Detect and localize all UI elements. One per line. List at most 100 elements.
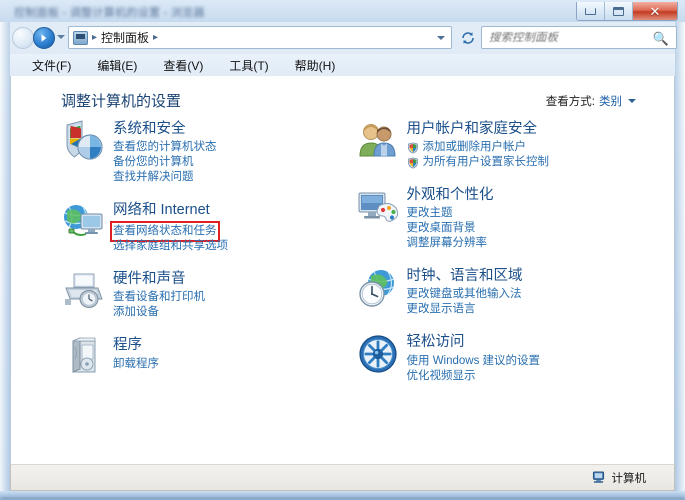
category-title[interactable]: 系统和安全	[113, 120, 217, 138]
search-box[interactable]: 🔍	[481, 26, 677, 49]
view-by-label: 查看方式:	[546, 93, 595, 109]
menu-view[interactable]: 查看(V)	[161, 56, 205, 75]
ease-of-access-icon	[355, 331, 401, 377]
refresh-icon	[461, 31, 475, 45]
category-link[interactable]: 添加或删除用户帐户	[407, 140, 550, 155]
category-link[interactable]: 查看设备和打印机	[113, 290, 205, 305]
category-link-label: 添加设备	[113, 305, 159, 320]
window-frame-bottom-line	[2, 497, 683, 499]
category-link-label: 更改显示语言	[407, 302, 476, 317]
category-link[interactable]: 更改键盘或其他输入法	[407, 287, 523, 302]
category-title[interactable]: 程序	[113, 336, 159, 354]
maximize-icon	[613, 7, 624, 16]
category-grid: 系统和安全查看您的计算机状态备份您的计算机查找并解决问题 网络和 Interne…	[11, 118, 674, 398]
status-computer-item: 计算机	[591, 470, 647, 486]
page-header: 调整计算机的设置 查看方式: 类别	[11, 76, 674, 118]
window-controls: ✕	[576, 2, 678, 21]
category-link[interactable]: 添加设备	[113, 305, 205, 320]
category-body: 硬件和声音查看设备和打印机添加设备	[113, 268, 205, 320]
category-link[interactable]: 查看您的计算机状态	[113, 140, 217, 155]
category-link[interactable]: 卸载程序	[113, 357, 159, 372]
category-link-label: 优化视频显示	[407, 369, 476, 384]
category-body: 用户帐户和家庭安全 添加或删除用户帐户 为所有用户设置家长控制	[407, 118, 550, 170]
status-text: 计算机	[612, 470, 647, 486]
breadcrumb-separator-icon: ▸	[92, 32, 97, 43]
category-link-label: 调整屏幕分辨率	[407, 236, 488, 251]
breadcrumb-dropdown-icon[interactable]	[437, 36, 445, 40]
category-title[interactable]: 网络和 Internet	[113, 201, 228, 219]
category-link-label: 查找并解决问题	[113, 170, 194, 185]
category-column-right: 用户帐户和家庭安全 添加或删除用户帐户 为所有用户设置家长控制 外观和个性化更改…	[343, 118, 675, 398]
category-link-label: 更改桌面背景	[407, 221, 476, 236]
category-link-label: 使用 Windows 建议的设置	[407, 354, 541, 369]
category-column-left: 系统和安全查看您的计算机状态备份您的计算机查找并解决问题 网络和 Interne…	[11, 118, 343, 398]
maximize-button[interactable]	[605, 2, 633, 20]
category-link[interactable]: 更改显示语言	[407, 302, 523, 317]
category-printer: 硬件和声音查看设备和打印机添加设备	[61, 268, 343, 320]
category-link-label: 更改主题	[407, 206, 453, 221]
window-frame-right	[675, 0, 685, 500]
category-shield-chart: 系统和安全查看您的计算机状态备份您的计算机查找并解决问题	[61, 118, 343, 185]
category-link[interactable]: 为所有用户设置家长控制	[407, 155, 550, 170]
globe-clock-icon	[355, 265, 401, 311]
category-globe-monitor: 网络和 Internet 查看网络状态和任务选择家庭组和共享选项	[61, 199, 343, 254]
minimize-icon	[585, 8, 596, 15]
category-link-label: 选择家庭组和共享选项	[113, 239, 228, 254]
category-link-label: 查看网络状态和任务	[113, 224, 217, 239]
category-ease-of-access: 轻松访问使用 Windows 建议的设置优化视频显示	[355, 331, 675, 383]
breadcrumb-separator-icon-2: ▸	[153, 32, 158, 43]
monitor-palette-icon	[355, 184, 401, 230]
category-link[interactable]: 选择家庭组和共享选项	[113, 239, 228, 254]
breadcrumb-item-control-panel[interactable]: 控制面板	[101, 29, 149, 46]
view-by-value[interactable]: 类别	[599, 93, 622, 109]
category-link-label: 备份您的计算机	[113, 155, 194, 170]
menu-edit[interactable]: 编辑(E)	[95, 56, 139, 75]
close-button[interactable]: ✕	[633, 2, 677, 20]
category-body: 网络和 Internet 查看网络状态和任务选择家庭组和共享选项	[113, 199, 228, 254]
program-box-icon	[61, 334, 107, 380]
category-users: 用户帐户和家庭安全 添加或删除用户帐户 为所有用户设置家长控制	[355, 118, 675, 170]
menu-tools[interactable]: 工具(T)	[227, 56, 270, 75]
category-link[interactable]: 查找并解决问题	[113, 170, 217, 185]
history-dropdown-icon[interactable]	[57, 35, 65, 39]
title-bar[interactable]: 控制面板 - 调整计算机的设置 - 浏览器 ✕	[0, 0, 685, 22]
category-monitor-palette: 外观和个性化更改主题更改桌面背景调整屏幕分辨率	[355, 184, 675, 251]
shield-icon	[407, 142, 419, 154]
page-title: 调整计算机的设置	[61, 90, 181, 111]
category-link[interactable]: 使用 Windows 建议的设置	[407, 354, 541, 369]
back-button[interactable]	[12, 27, 34, 49]
minimize-button[interactable]	[577, 2, 605, 20]
refresh-button[interactable]	[458, 28, 477, 47]
globe-monitor-icon	[61, 199, 107, 245]
forward-button[interactable]	[33, 27, 55, 49]
search-input[interactable]	[482, 32, 648, 44]
window-frame-bottom	[0, 491, 685, 500]
window-frame-left	[0, 0, 10, 500]
category-title[interactable]: 用户帐户和家庭安全	[407, 120, 550, 138]
menu-help[interactable]: 帮助(H)	[293, 56, 338, 75]
category-title[interactable]: 时钟、语言和区域	[407, 267, 523, 285]
category-link[interactable]: 查看网络状态和任务	[113, 224, 217, 239]
close-icon: ✕	[650, 5, 661, 18]
category-body: 程序卸载程序	[113, 334, 159, 380]
category-link[interactable]: 备份您的计算机	[113, 155, 217, 170]
category-link-label: 为所有用户设置家长控制	[423, 155, 550, 170]
control-panel-window: 控制面板 - 调整计算机的设置 - 浏览器 ✕ ▸ 控制面板 ▸	[0, 0, 685, 500]
menu-file[interactable]: 文件(F)	[30, 56, 73, 75]
category-globe-clock: 时钟、语言和区域更改键盘或其他输入法更改显示语言	[355, 265, 675, 317]
content-pane: 调整计算机的设置 查看方式: 类别 系统和安全查看您的计算机状态备份您的计算机查…	[10, 76, 675, 464]
category-title[interactable]: 硬件和声音	[113, 270, 205, 288]
chevron-down-icon[interactable]	[628, 99, 636, 103]
category-title[interactable]: 外观和个性化	[407, 186, 494, 204]
category-link[interactable]: 优化视频显示	[407, 369, 541, 384]
category-link-label: 更改键盘或其他输入法	[407, 287, 522, 302]
category-link[interactable]: 更改桌面背景	[407, 221, 494, 236]
category-link[interactable]: 调整屏幕分辨率	[407, 236, 494, 251]
users-icon	[355, 118, 401, 164]
category-body: 时钟、语言和区域更改键盘或其他输入法更改显示语言	[407, 265, 523, 317]
category-title[interactable]: 轻松访问	[407, 333, 541, 351]
view-by-control[interactable]: 查看方式: 类别	[546, 93, 636, 109]
category-link-label: 查看您的计算机状态	[113, 140, 217, 155]
breadcrumb-bar[interactable]: ▸ 控制面板 ▸	[68, 26, 452, 49]
category-link[interactable]: 更改主题	[407, 206, 494, 221]
